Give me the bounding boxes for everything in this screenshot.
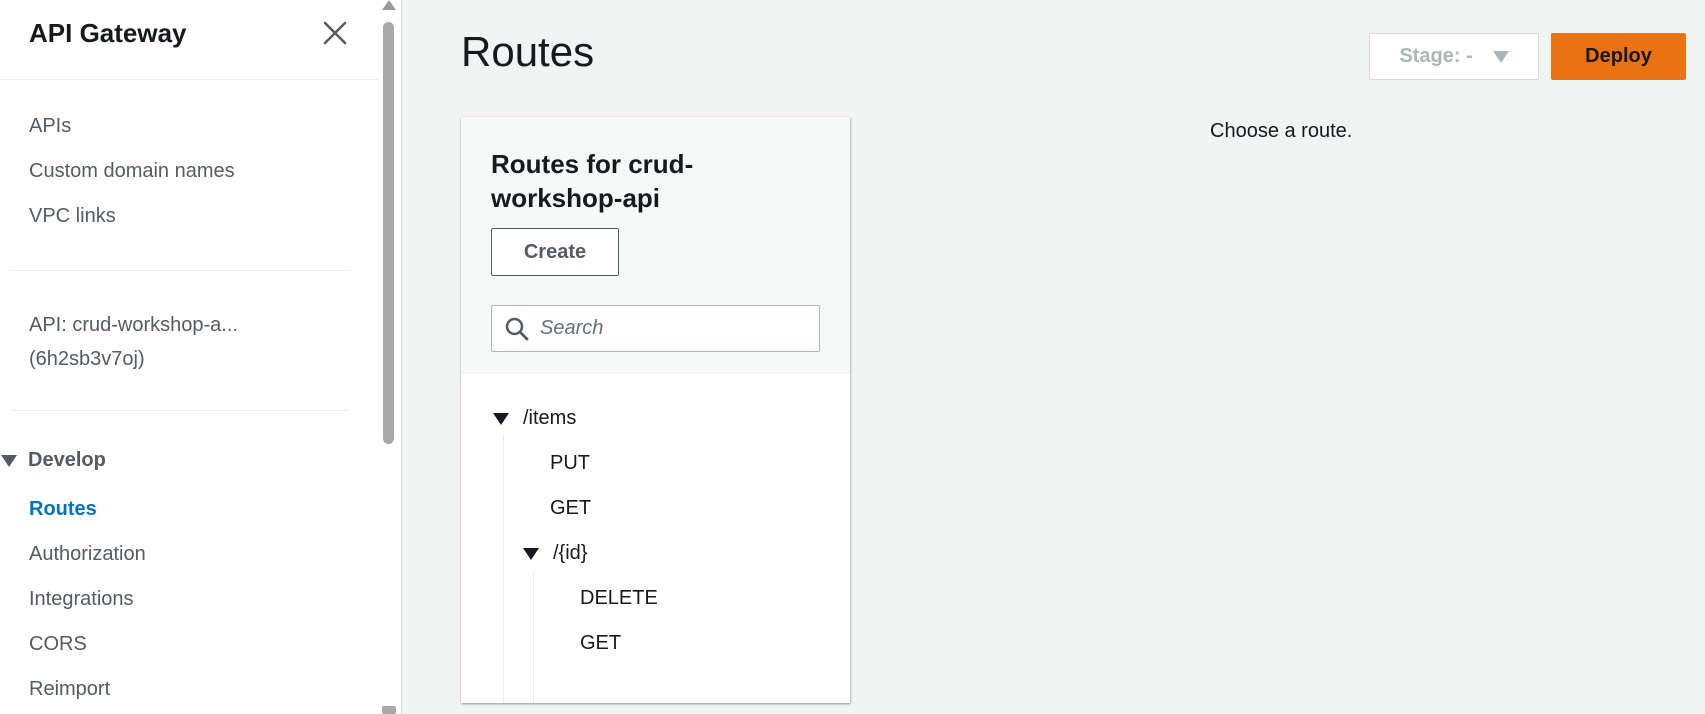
- sidebar-item-reimport[interactable]: Reimport: [29, 678, 110, 701]
- routes-tree: /items PUT GET /{id} DELETE GET: [461, 373, 850, 703]
- page-title: Routes: [461, 28, 595, 75]
- deploy-button[interactable]: Deploy: [1551, 33, 1686, 80]
- resource-path: /{id}: [553, 542, 588, 564]
- section-label: Develop: [28, 449, 106, 471]
- stage-select[interactable]: Stage: -: [1369, 33, 1539, 80]
- routes-panel: Routes for crud-workshop-api Create /ite…: [461, 117, 850, 703]
- create-route-button[interactable]: Create: [491, 228, 619, 276]
- caret-down-icon: [523, 547, 539, 560]
- sidebar-item-authorization[interactable]: Authorization: [29, 543, 146, 566]
- tree-method-get[interactable]: GET: [550, 497, 591, 520]
- tree-guide-line: [533, 570, 534, 703]
- caret-down-icon: [1, 454, 17, 467]
- sidebar-item-integrations[interactable]: Integrations: [29, 588, 134, 611]
- tree-resource-id[interactable]: /{id}: [523, 542, 587, 565]
- sidebar-item-custom-domain-names[interactable]: Custom domain names: [29, 160, 235, 183]
- tree-method-delete[interactable]: DELETE: [580, 587, 658, 610]
- routes-panel-title: Routes for crud-workshop-api: [491, 149, 694, 213]
- routes-panel-header: Routes for crud-workshop-api Create: [461, 117, 850, 373]
- sidebar-item-routes[interactable]: Routes: [29, 498, 97, 521]
- route-detail-empty-message: Choose a route.: [1210, 120, 1353, 142]
- stage-select-label: Stage: -: [1399, 45, 1473, 67]
- sidebar-divider: [12, 410, 348, 411]
- close-icon[interactable]: [320, 18, 350, 48]
- caret-down-icon: [493, 412, 509, 425]
- tree-method-put[interactable]: PUT: [550, 452, 590, 475]
- tree-method-get[interactable]: GET: [580, 632, 621, 655]
- scroll-down-arrow-icon[interactable]: [382, 706, 396, 714]
- sidebar-api-info[interactable]: API: crud-workshop-a... (6h2sb3v7oj): [29, 308, 238, 376]
- sidebar-title: API Gateway: [29, 18, 187, 48]
- sidebar-header: API Gateway: [0, 0, 378, 80]
- api-id: (6h2sb3v7oj): [29, 348, 145, 370]
- sidebar-divider: [12, 270, 348, 271]
- scroll-thumb[interactable]: [383, 22, 394, 444]
- sidebar-item-apis[interactable]: APIs: [29, 115, 71, 138]
- side-navigation: API Gateway APIs Custom domain names VPC…: [0, 0, 378, 714]
- route-search-field[interactable]: [491, 305, 820, 352]
- resource-path: /items: [523, 407, 577, 429]
- sidebar-section-develop[interactable]: Develop: [0, 449, 106, 472]
- sidebar-item-cors[interactable]: CORS: [29, 633, 87, 656]
- api-name: API: crud-workshop-a...: [29, 314, 238, 336]
- caret-down-icon: [1492, 50, 1509, 63]
- search-icon: [505, 317, 529, 340]
- sidebar-item-vpc-links[interactable]: VPC links: [29, 205, 116, 228]
- tree-guide-line: [503, 435, 504, 703]
- search-input[interactable]: [540, 317, 800, 340]
- sidebar-scrollbar[interactable]: [378, 0, 402, 714]
- scroll-up-arrow-icon[interactable]: [382, 0, 396, 10]
- tree-resource-items[interactable]: /items: [493, 407, 576, 430]
